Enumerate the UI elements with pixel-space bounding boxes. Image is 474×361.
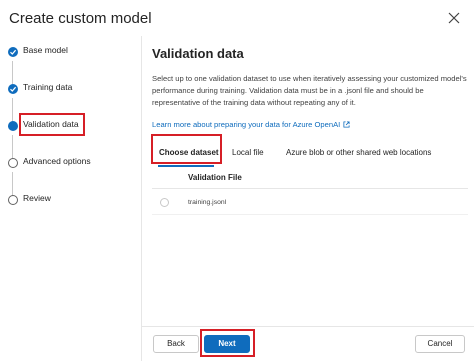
step-label: Base model bbox=[23, 45, 68, 55]
dialog-footer: Back Next Cancel bbox=[142, 326, 474, 361]
table-row[interactable]: training.jsonl bbox=[152, 191, 468, 215]
check-icon bbox=[8, 84, 18, 94]
column-header: Validation File bbox=[188, 173, 242, 182]
learn-more-link[interactable]: Learn more about preparing your data for… bbox=[152, 120, 350, 129]
step-label: Review bbox=[23, 193, 51, 203]
section-description: Select up to one validation dataset to u… bbox=[152, 74, 467, 107]
back-button[interactable]: Back bbox=[153, 335, 199, 353]
tab-azure-blob[interactable]: Azure blob or other shared web locations bbox=[286, 148, 431, 157]
step-connector bbox=[12, 135, 13, 159]
step-connector bbox=[12, 61, 13, 85]
step-connector bbox=[12, 98, 13, 122]
step-label: Training data bbox=[23, 82, 73, 92]
pending-step-icon bbox=[8, 195, 18, 205]
highlight-box bbox=[151, 134, 222, 164]
table-header: Validation File bbox=[152, 167, 468, 189]
row-radio[interactable] bbox=[160, 198, 169, 207]
highlight-box bbox=[200, 329, 255, 357]
cancel-button[interactable]: Cancel bbox=[415, 335, 465, 353]
highlight-box bbox=[19, 113, 85, 136]
table-cell: training.jsonl bbox=[188, 199, 227, 206]
wizard-steps: Base model Training data Validation data… bbox=[0, 36, 142, 361]
section-title: Validation data bbox=[152, 46, 244, 61]
learn-more-text: Learn more about preparing your data for… bbox=[152, 120, 341, 129]
external-link-icon bbox=[343, 121, 350, 128]
tab-local-file[interactable]: Local file bbox=[232, 148, 264, 157]
dialog-header: Create custom model bbox=[0, 0, 474, 36]
close-icon[interactable] bbox=[447, 11, 461, 25]
step-label: Advanced options bbox=[23, 156, 91, 166]
step-connector bbox=[12, 172, 13, 196]
check-icon bbox=[8, 47, 18, 57]
main-panel: Validation data Select up to one validat… bbox=[142, 36, 474, 326]
dialog-title: Create custom model bbox=[9, 10, 152, 27]
current-step-icon bbox=[8, 121, 18, 131]
pending-step-icon bbox=[8, 158, 18, 168]
